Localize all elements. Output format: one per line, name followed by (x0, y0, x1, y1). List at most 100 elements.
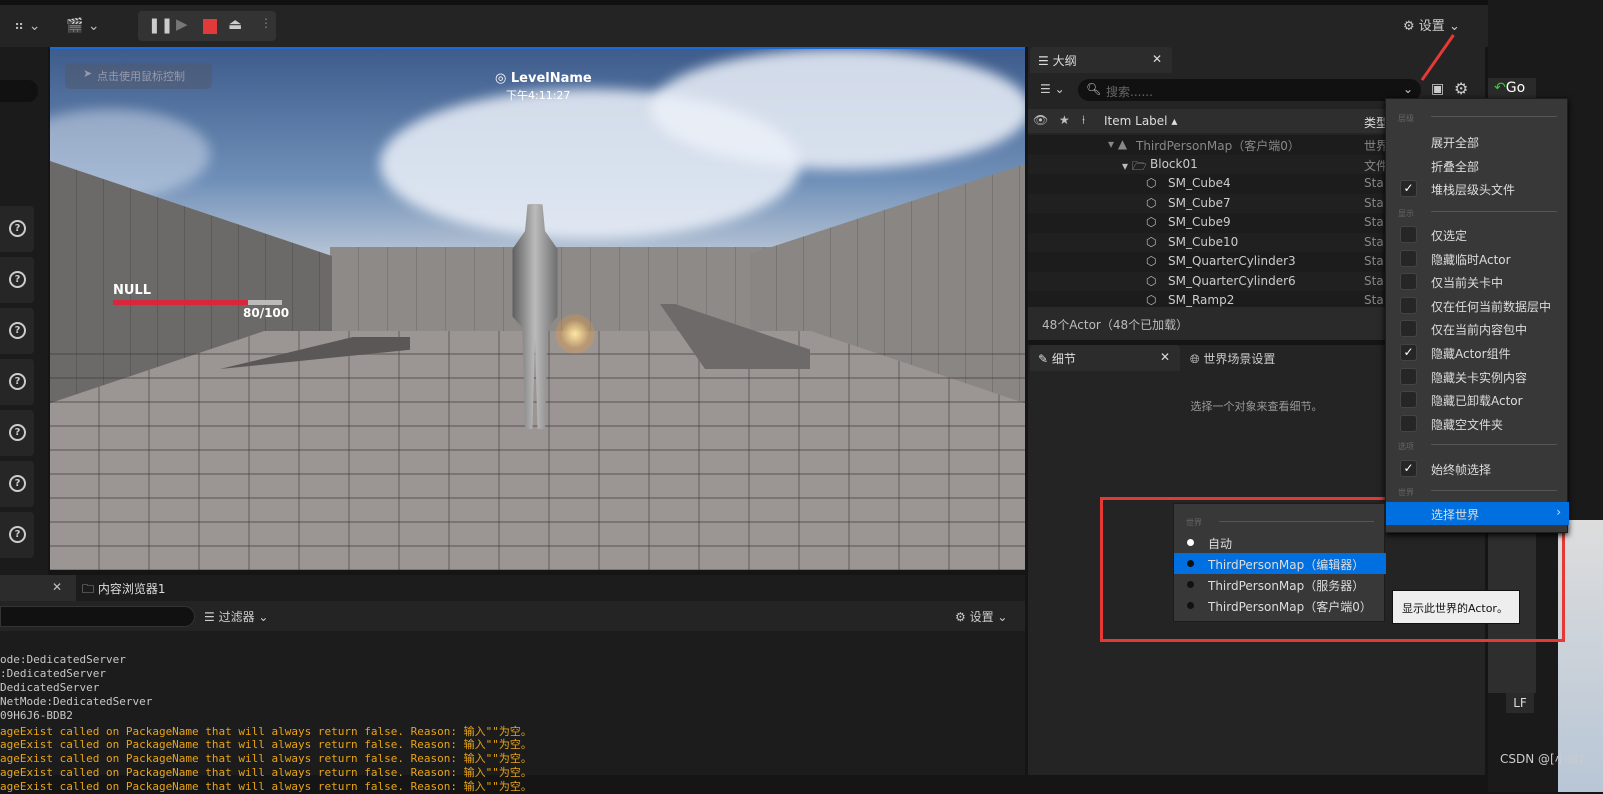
log-settings-button[interactable]: ⚙ 设置 ⌄ (955, 608, 1007, 625)
help-button[interactable]: ? (0, 308, 34, 354)
game-viewport[interactable]: ➤ 点击使用鼠标控制 ◎ LevelName 下午4:11:27 NULL 80/… (50, 47, 1025, 570)
close-icon[interactable]: ✕ (1152, 52, 1162, 66)
world-submenu: 世界 自动 ThirdPersonMap（编辑器） ThirdPersonMap（服… (1173, 503, 1386, 622)
checkbox[interactable] (1400, 320, 1417, 338)
search-icon: 🔍︎ (1086, 82, 1102, 96)
time-display: 下午4:11:27 (506, 89, 571, 102)
checkbox[interactable] (1400, 249, 1417, 267)
menu-show-item[interactable]: 仅当前关卡中 (1386, 270, 1569, 293)
add-folder-icon[interactable]: ▣ (1431, 81, 1444, 97)
tab-outliner[interactable]: ☰ 大纲 ✕ (1030, 47, 1172, 73)
close-icon[interactable]: ✕ (1160, 350, 1170, 364)
cinematics-icon[interactable]: 🎬 ⌄ (66, 18, 100, 34)
menu-show-item[interactable]: 隐藏临时Actor (1386, 247, 1569, 270)
more-icon[interactable]: ⋮ (260, 16, 272, 30)
help-button[interactable]: ? (0, 359, 34, 405)
menu-expand-all[interactable]: 展开全部 (1386, 130, 1569, 153)
help-button[interactable]: ? (0, 206, 34, 252)
checkbox[interactable] (1400, 296, 1417, 314)
pin-icon[interactable]: ⍿ (1082, 113, 1085, 128)
static-mesh-icon: ⬡ (1146, 215, 1157, 229)
help-icon: ? (9, 424, 26, 441)
menu-show-item[interactable]: 仅在任何当前数据层中 (1386, 294, 1569, 317)
watermark: CSDN @[小鼠] (1500, 752, 1584, 766)
world-option[interactable]: ThirdPersonMap（服务器） (1174, 574, 1386, 595)
help-icon: ? (9, 526, 26, 543)
blueprint-icon[interactable]: ⠶ ⌄ (14, 18, 40, 34)
filter-button[interactable]: ☰ ⌄ (1040, 82, 1065, 96)
step-button[interactable]: ▶ (176, 15, 188, 33)
help-icon: ? (9, 373, 26, 390)
world-option[interactable]: ThirdPersonMap（编辑器） (1174, 553, 1386, 574)
chevron-down-icon[interactable]: ⌄ (1403, 82, 1413, 96)
log-line: ode:DedicatedServer (0, 653, 126, 666)
search-input[interactable]: 🔍︎ 搜索...... ⌄ (1078, 79, 1421, 101)
eject-button[interactable]: ⏏ (228, 15, 242, 33)
menu-show-item[interactable]: 隐藏空文件夹 (1386, 412, 1569, 435)
static-mesh-icon: ⬡ (1146, 273, 1157, 288)
chevron-right-icon: › (1556, 505, 1561, 519)
eye-icon[interactable]: 👁 (1033, 113, 1048, 127)
tab-details[interactable]: ✎ 细节 ✕ (1030, 345, 1180, 371)
help-button[interactable]: ? (0, 461, 34, 507)
settings-button[interactable]: ⚙ 设置 ⌄ (1403, 15, 1460, 34)
checkbox[interactable] (1400, 414, 1417, 432)
menu-show-item[interactable]: 隐藏关卡实例内容 (1386, 365, 1569, 388)
menu-show-item[interactable]: 仅在当前内容包中 (1386, 317, 1569, 340)
menu-choose-world[interactable]: 选择世界 › (1386, 502, 1569, 525)
level-name: ◎ LevelName (495, 71, 592, 86)
checkbox[interactable] (1400, 391, 1417, 409)
help-button[interactable]: ? (0, 512, 34, 558)
help-icon: ? (9, 271, 26, 288)
checkbox[interactable] (1400, 226, 1417, 243)
menu-always-frame[interactable]: ✓ 始终帧选择 (1386, 457, 1569, 480)
main-toolbar: ⠶ ⌄ 🎬 ⌄ ❚❚ ▶ ⏏ ⋮ ⚙ 设置 ⌄ (0, 0, 1490, 47)
mouse-control-hint[interactable]: ➤ 点击使用鼠标控制 (65, 63, 212, 89)
world-option[interactable]: ThirdPersonMap（客户端0） (1174, 595, 1386, 616)
lf-button[interactable]: LF (1506, 693, 1534, 713)
tab-content-browser[interactable]: 🗀 内容浏览器1 (82, 580, 165, 601)
filter-button[interactable]: ☰ 过滤器 ⌄ (204, 608, 268, 625)
menu-collapse-all[interactable]: 折叠全部 (1386, 154, 1569, 177)
go-button[interactable]: ↶Go (1488, 78, 1536, 100)
help-button[interactable]: ? (0, 257, 34, 303)
item-label-header[interactable]: Item Label ▴ (1104, 114, 1177, 128)
world-icon: ▾ ▲ (1108, 137, 1128, 151)
log-line: :DedicatedServer (0, 666, 106, 680)
help-icon: ? (9, 220, 26, 237)
star-icon[interactable]: ★ (1059, 113, 1070, 127)
radio-icon (1187, 539, 1194, 546)
pencil-icon: ✎ (1038, 352, 1052, 366)
help-button[interactable]: ? (0, 410, 34, 456)
menu-show-item[interactable]: 仅选定 (1386, 223, 1569, 246)
static-mesh-icon: ⬡ (1146, 293, 1157, 307)
menu-show-item[interactable]: ✓ 隐藏Actor组件 (1386, 341, 1569, 364)
tab-world-settings[interactable]: 🌐︎ 世界场景设置 (1190, 350, 1275, 367)
static-mesh-icon: ⬡ (1146, 176, 1157, 190)
radio-icon (1187, 581, 1194, 588)
checkbox[interactable] (1400, 273, 1417, 291)
menu-stack-headers[interactable]: ✓ 堆栈层级头文件 (1386, 177, 1569, 200)
close-icon[interactable]: ✕ (52, 580, 62, 594)
checkbox[interactable] (1400, 367, 1417, 385)
gear-icon[interactable]: ⚙ (1454, 79, 1468, 98)
static-mesh-icon: ⬡ (1146, 234, 1157, 249)
left-search[interactable] (0, 80, 38, 102)
gear-icon: ⚙ (1403, 19, 1419, 34)
checkbox[interactable]: ✓ (1400, 460, 1417, 477)
outliner-settings-menu: 层级 展开全部 折叠全部 ✓ 堆栈层级头文件 显示 仅选定 隐藏临时Actor 仅当前… (1385, 98, 1569, 533)
help-icon: ? (9, 475, 26, 492)
world-option[interactable]: 自动 (1174, 532, 1386, 553)
menu-show-item[interactable]: 隐藏已卸载Actor (1386, 388, 1569, 411)
radio-icon (1187, 602, 1194, 609)
play-controls: ❚❚ ▶ ⏏ ⋮ (138, 11, 276, 41)
help-icon: ? (9, 322, 26, 339)
tab-output-log[interactable]: ✕ (0, 575, 76, 601)
log-line: 09H6J6-BDB2 (0, 708, 73, 722)
log-search-input[interactable] (0, 606, 195, 627)
checkbox[interactable]: ✓ (1400, 180, 1417, 197)
left-panel: ? ? ? ? ? ? ? (0, 47, 48, 575)
checkbox[interactable]: ✓ (1400, 344, 1417, 361)
pause-button[interactable]: ❚❚ (148, 16, 173, 34)
stop-button[interactable] (203, 19, 217, 34)
